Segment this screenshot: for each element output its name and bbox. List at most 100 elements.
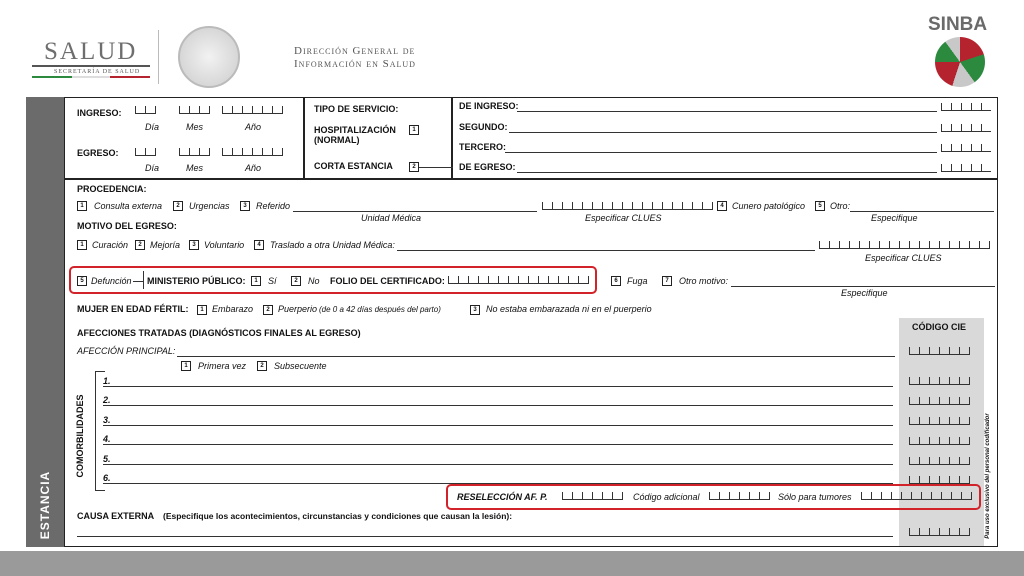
comorb-line-4[interactable] [103,444,893,445]
ingreso-anio-field[interactable] [222,106,283,114]
comorb-line-5[interactable] [103,464,893,465]
mot-box-1[interactable]: 1 [77,240,87,250]
servicio-ingreso-code[interactable] [941,103,991,111]
referido-line[interactable] [293,211,537,212]
corta-estancia-connector [419,167,453,168]
estancia-form: INGRESO: Día Mes Año EGRESO: Día Mes Año… [64,97,998,547]
hospitalizacion-normal-label: (NORMAL) [314,135,360,145]
mot-clues-field[interactable] [819,241,990,249]
comorb-code-5[interactable] [909,457,970,465]
mot-box-6[interactable]: 6 [611,276,621,286]
anio-label: Año [245,122,262,132]
corta-estancia-box[interactable]: 2 [409,162,419,172]
fertil-box-2[interactable]: 2 [263,305,273,315]
proc-box-3[interactable]: 3 [240,201,250,211]
mot-curacion: Curación [92,240,129,250]
servicio-egreso-line[interactable] [517,172,937,173]
mot-box-7[interactable]: 7 [662,276,672,286]
especifique-label-2: Especifique [841,288,888,298]
proc-clues-field[interactable] [542,202,713,210]
servicio-egreso-label: DE EGRESO: [459,162,516,172]
proc-box-4[interactable]: 4 [717,201,727,211]
afeccion-principal-label: AFECCIÓN PRINCIPAL: [77,346,176,356]
especificar-clues-label-2: Especificar CLUES [865,253,942,263]
especificar-clues-label: Especificar CLUES [585,213,662,223]
fertil-box-1[interactable]: 1 [197,305,207,315]
ingreso-dia-field[interactable] [135,106,156,114]
dgis-line-2: Información en Salud [294,58,416,70]
servicio-segundo-line[interactable] [509,132,937,133]
salud-logo: SALUD [44,38,138,65]
afeccion-principal-line[interactable] [177,356,895,357]
mot-box-4[interactable]: 4 [254,240,264,250]
national-seal-icon [178,26,240,88]
mot-mejoria: Mejoría [150,240,181,250]
egreso-label: EGRESO: [77,148,119,158]
comorb-code-1[interactable] [909,377,970,385]
causa-externa-code[interactable] [909,528,970,536]
fertil-puerperio-detail: (de 0 a 42 días después del parto) [319,305,441,314]
comorb-code-2[interactable] [909,397,970,405]
proc-consulta: Consulta externa [94,201,163,211]
fertil-embarazo: Embarazo [212,304,254,314]
servicio-segundo-label: SEGUNDO: [459,122,508,132]
mes-label-2: Mes [186,163,204,173]
ingreso-mes-field[interactable] [179,106,210,114]
servicio-tercero-label: TERCERO: [459,142,506,152]
comorb-code-6[interactable] [909,476,970,484]
section-sidebar-label: ESTANCIA [26,470,64,540]
causa-externa-line[interactable] [77,536,893,537]
mot-box-2[interactable]: 2 [135,240,145,250]
proc-otro-line[interactable] [850,211,994,212]
uso-exclusivo-note: Para uso exclusivo del personal codifica… [982,413,994,539]
comorb-code-3[interactable] [909,417,970,425]
proc-cunero: Cunero patológico [732,201,806,211]
servicio-segundo-code[interactable] [941,124,991,132]
otro-motivo-line[interactable] [731,286,995,287]
comorb-code-4[interactable] [909,437,970,445]
unidad-medica-label: Unidad Médica [361,213,422,223]
servicio-tercero-code[interactable] [941,144,991,152]
highlight-reseleccion [446,484,981,510]
primera-vez-box[interactable]: 1 [181,361,191,371]
proc-urgencias: Urgencias [189,201,230,211]
sinba-globe-icon [935,37,985,87]
dia-label-2: Día [145,163,160,173]
secretaria-label: SECRETARÍA DE SALUD [54,69,141,75]
servicio-egreso-code[interactable] [941,164,991,172]
mot-traslado: Traslado a otra Unidad Médica: [270,240,395,250]
servicio-ingreso-line[interactable] [517,111,937,112]
salud-logo-stripe [32,65,150,78]
proc-referido: Referido [256,201,291,211]
fertil-no-embarazada: No estaba embarazada ni en el puerperio [486,304,652,314]
motivo-egreso-label: MOTIVO DEL EGRESO: [77,221,177,231]
egreso-mes-field[interactable] [179,148,210,156]
mujer-fertil-label: MUJER EN EDAD FÉRTIL: [77,304,189,314]
sinba-logo-text: SINBA [928,14,988,35]
mot-box-3[interactable]: 3 [189,240,199,250]
fertil-puerperio: Puerperio [278,304,318,314]
traslado-line[interactable] [397,250,815,251]
fertil-box-3[interactable]: 3 [470,305,480,315]
comorb-line-3[interactable] [103,425,893,426]
uso-exclusivo-text: Para uso exclusivo del personal codifica… [985,413,991,539]
procedencia-label: PROCEDENCIA: [77,184,147,194]
proc-box-1[interactable]: 1 [77,201,87,211]
subsecuente-label: Subsecuente [274,361,327,371]
servicio-tercero-line[interactable] [505,152,937,153]
afeccion-principal-code[interactable] [909,347,970,355]
corta-estancia-label: CORTA ESTANCIA [314,161,393,171]
comorb-line-1[interactable] [103,386,893,387]
dgis-line-1: Dirección General de [294,45,416,57]
servicio-ingreso-label: DE INGRESO: [459,101,519,111]
codigo-cie-label: CÓDIGO CIE [912,322,967,332]
proc-box-2[interactable]: 2 [173,201,183,211]
section-sidebar-text: ESTANCIA [38,470,52,540]
egreso-dia-field[interactable] [135,148,156,156]
subsecuente-box[interactable]: 2 [257,361,267,371]
comorb-line-2[interactable] [103,405,893,406]
egreso-anio-field[interactable] [222,148,283,156]
hospitalizacion-box[interactable]: 1 [409,125,419,135]
proc-box-5[interactable]: 5 [815,201,825,211]
footer-bar [0,551,1024,576]
